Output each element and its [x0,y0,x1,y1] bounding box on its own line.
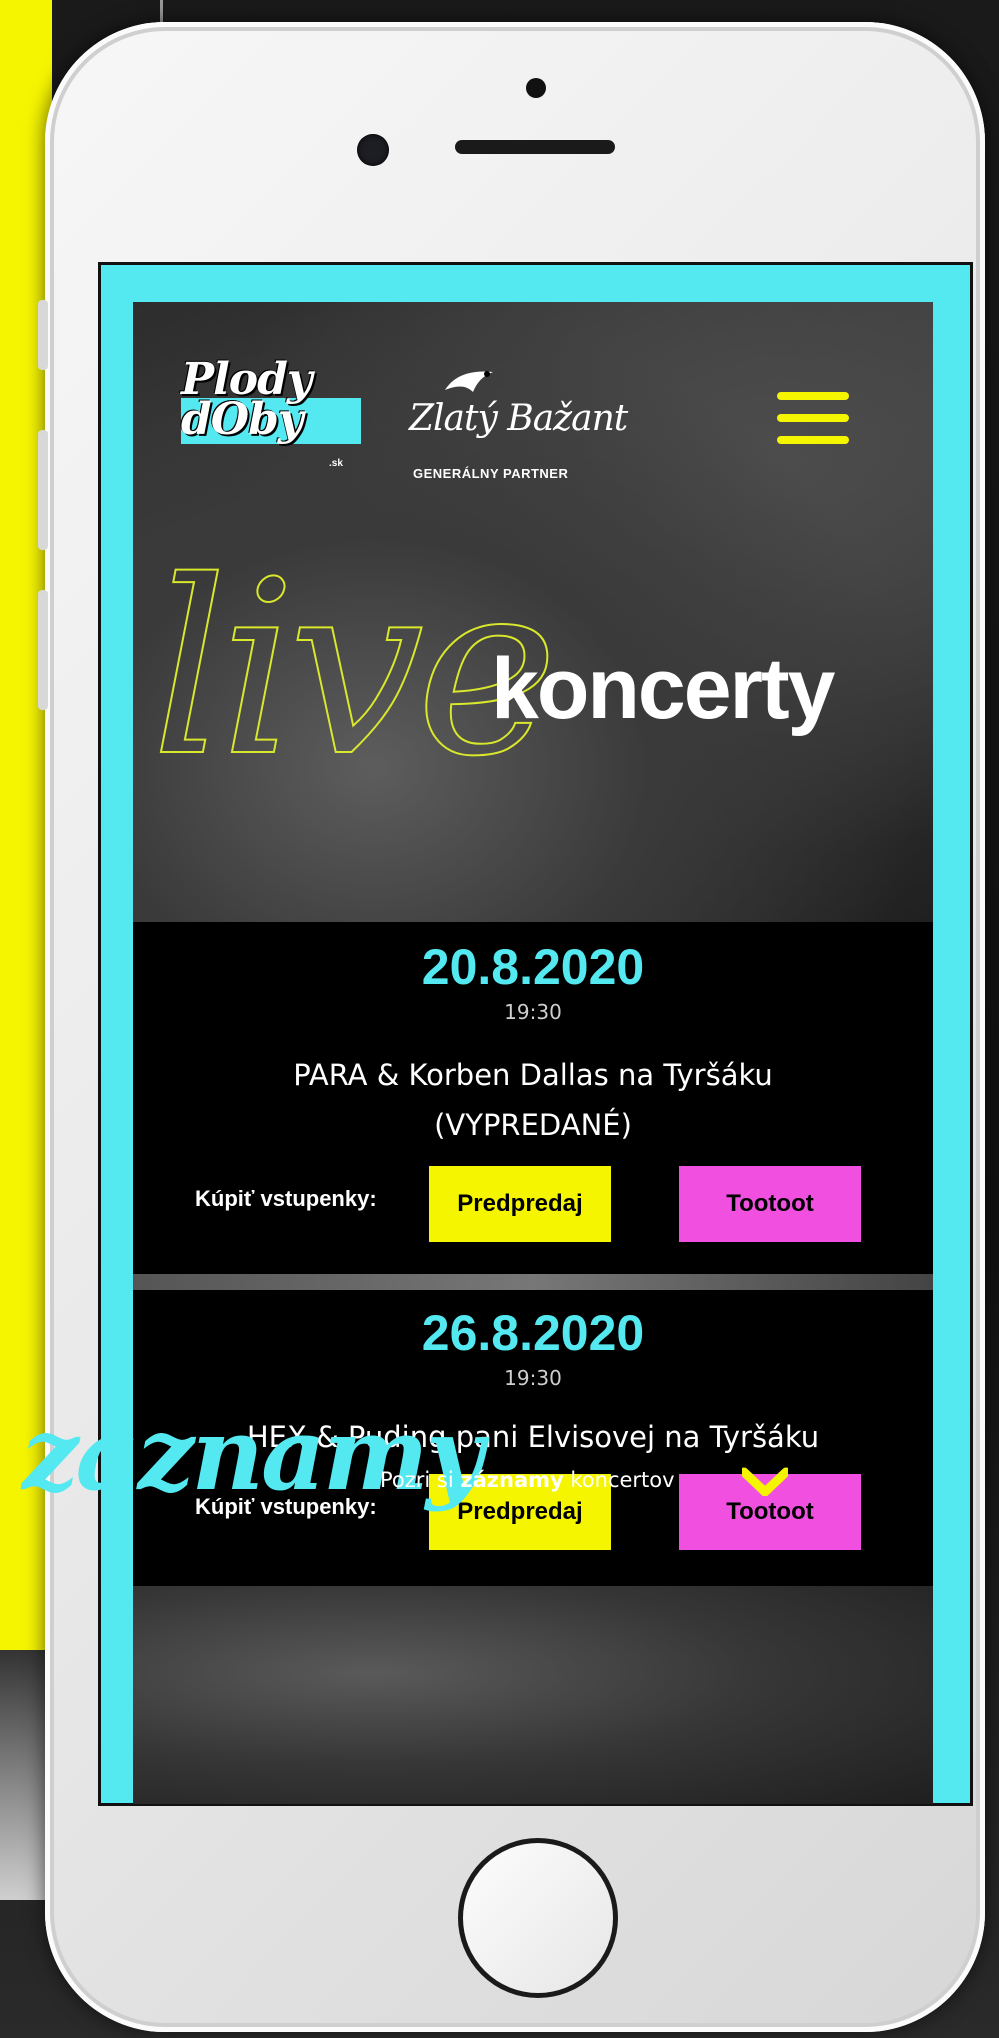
chevron-down-icon[interactable] [742,1466,788,1496]
recordings-section [133,1586,933,1804]
event-date: 20.8.2020 [421,939,645,995]
event-date: 26.8.2020 [421,1305,645,1361]
recordings-link-bold: záznamy [460,1468,564,1492]
event-time: 19:30 [504,1366,562,1390]
phone-home-button[interactable] [458,1838,618,1998]
event-title: PARA & Korben Dallas na Tyršáku [293,1058,773,1092]
pheasant-logo-icon [445,371,493,392]
recordings-link-prefix: Pozri si [380,1468,461,1492]
recordings-link[interactable]: Pozri si záznamy koncertov [380,1468,675,1492]
presale-button[interactable]: Predpredaj [429,1166,611,1242]
hero-heading: koncerty [491,641,835,737]
phone-front-camera [357,134,389,166]
phone-speaker [455,140,615,154]
event-card: 20.8.2020 19:30 PARA & Korben Dallas na … [133,922,933,1274]
phone-volume-up [38,430,48,550]
event-status: (VYPREDANÉ) [434,1108,632,1142]
hamburger-menu-icon[interactable] [777,392,849,446]
logo-suffix: .sk [329,458,343,469]
partner-label: GENERÁLNY PARTNER [413,466,569,481]
buy-tickets-label: Kúpiť vstupenky: [195,1186,377,1211]
phone-volume-down [38,590,48,710]
phone-mute-switch [38,300,48,370]
event-divider [133,1274,933,1290]
logo-text: Plody dOby [181,354,312,445]
hero-section: Plody dOby .sk Zlatý Bažant GENERÁLNY PA… [133,302,933,922]
website-viewport: Plody dOby .sk Zlatý Bažant GENERÁLNY PA… [133,302,933,1804]
phone-sensor [526,78,546,98]
event-time: 19:30 [504,1000,562,1024]
partner-logo-text: Zlatý Bažant [409,398,628,439]
recordings-link-suffix: koncertov [563,1468,675,1492]
tootoot-button[interactable]: Tootoot [679,1166,861,1242]
